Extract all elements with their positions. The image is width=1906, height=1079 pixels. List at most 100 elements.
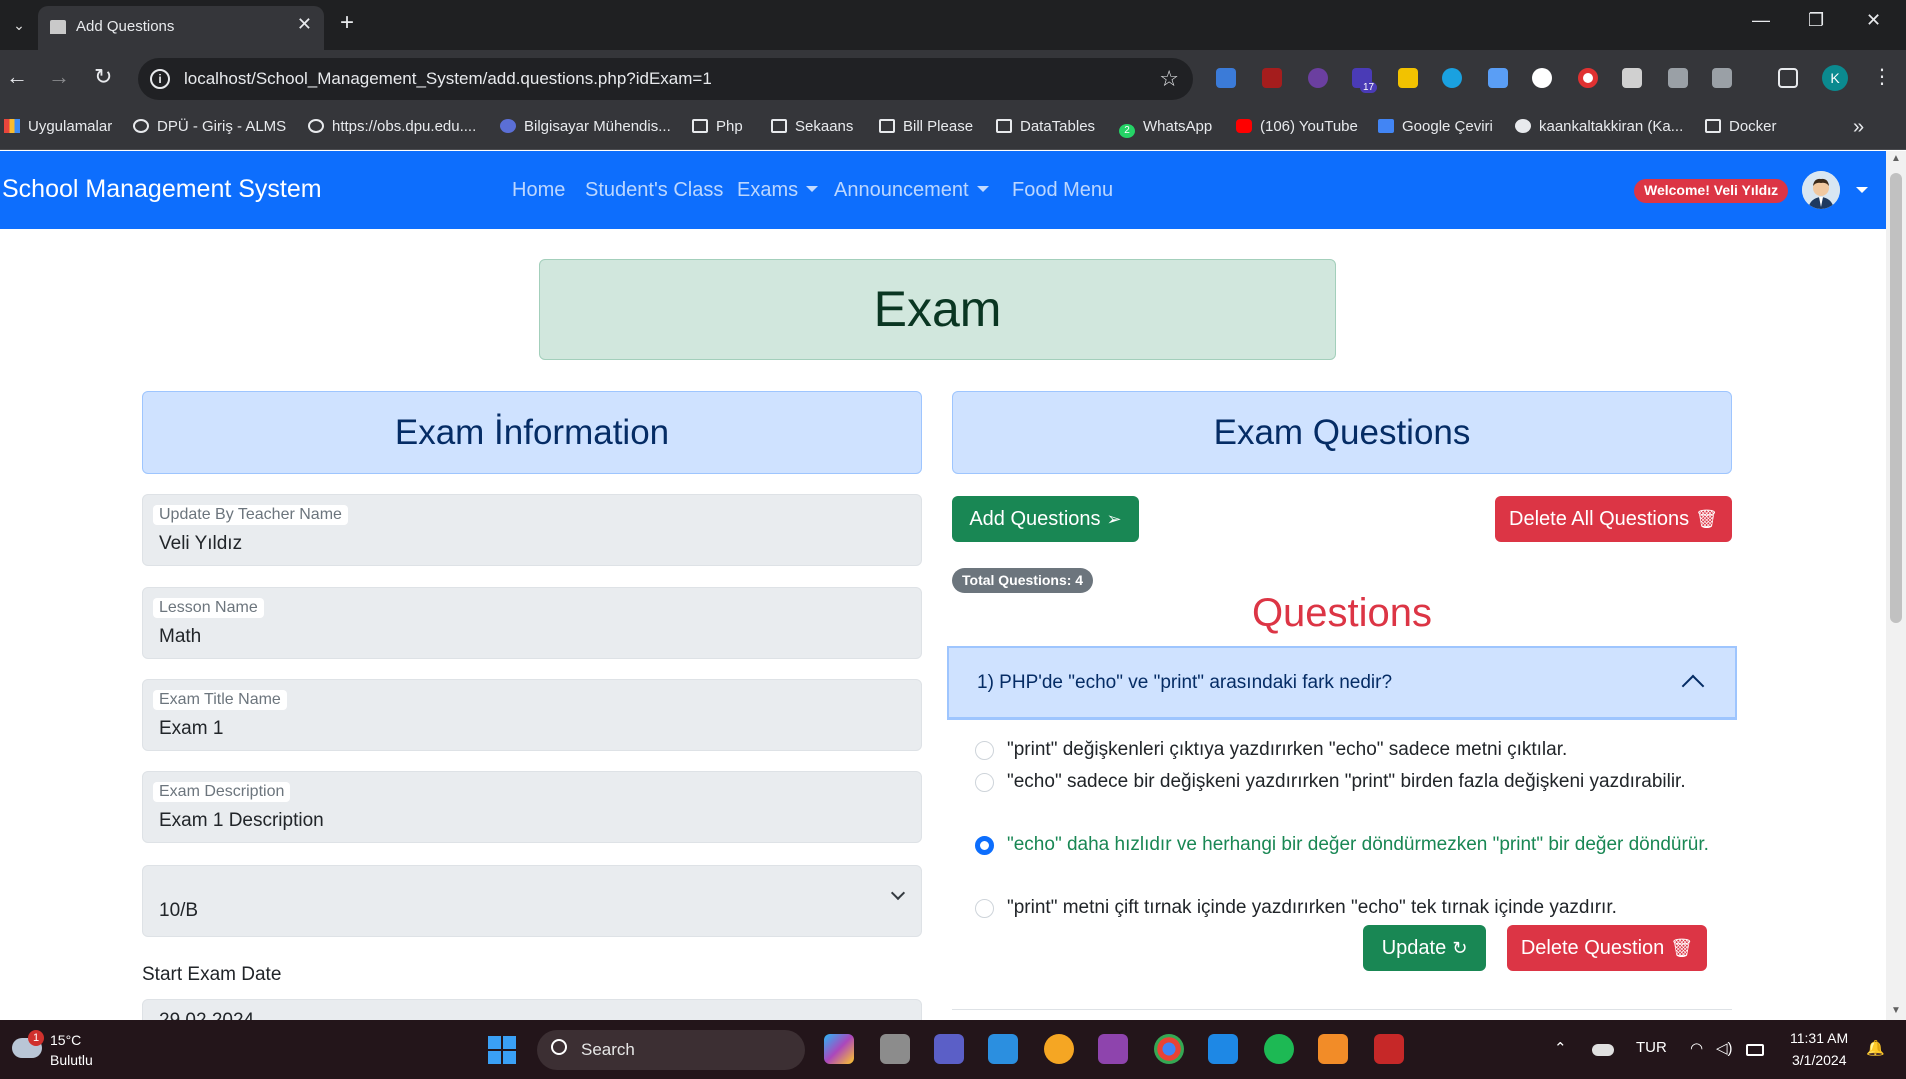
battery-icon[interactable] xyxy=(1746,1044,1764,1056)
site-brand[interactable]: School Management System xyxy=(2,175,322,204)
bookmark-item[interactable]: 2 WhatsApp xyxy=(1119,118,1212,138)
task-view-icon[interactable] xyxy=(880,1034,910,1064)
restore-icon[interactable]: ❐ xyxy=(1808,10,1824,31)
bookmark-item[interactable]: https://obs.dpu.edu.... xyxy=(308,118,476,135)
extension-edge-icon[interactable] xyxy=(1442,68,1462,88)
mail-icon[interactable] xyxy=(1208,1034,1238,1064)
scroll-up-icon[interactable]: ▲ xyxy=(1891,153,1901,164)
scroll-down-icon[interactable]: ▼ xyxy=(1891,1005,1901,1016)
temperature[interactable]: 15°C xyxy=(50,1032,81,1048)
scroll-thumb[interactable] xyxy=(1890,173,1902,623)
extension-w-icon[interactable] xyxy=(1398,68,1418,88)
bookmark-item[interactable]: kaankaltakkiran (Ka... xyxy=(1515,118,1683,135)
browser-menu-icon[interactable]: ⋮ xyxy=(1872,64,1892,89)
answer-option-selected[interactable]: "echo" daha hızlıdır ve herhangi bir değ… xyxy=(975,830,1715,860)
spotify-icon[interactable] xyxy=(1264,1034,1294,1064)
add-questions-button[interactable]: Add Questions ➢ xyxy=(952,496,1139,542)
bookmark-item[interactable]: DPÜ - Giriş - ALMS xyxy=(133,118,286,135)
extension-pen-icon[interactable] xyxy=(1216,68,1236,88)
answer-option[interactable]: "print" değişkenleri çıktıya yazdırırken… xyxy=(975,735,1715,765)
bookmark-item[interactable]: Bilgisayar Mühendis... xyxy=(500,118,671,135)
teacher-name-field[interactable]: Update By Teacher Name Veli Yıldız xyxy=(142,494,922,566)
tab-search-chevron-icon[interactable]: ⌄ xyxy=(6,12,32,38)
clock-date[interactable]: 3/1/2024 xyxy=(1792,1052,1847,1068)
vscode-icon[interactable] xyxy=(988,1034,1018,1064)
copilot-icon[interactable] xyxy=(824,1034,854,1064)
browser-tab-active[interactable]: Add Questions ✕ xyxy=(38,6,324,50)
radio-button-checked[interactable] xyxy=(975,836,994,855)
bookmarks-overflow-icon[interactable]: » xyxy=(1853,116,1864,139)
update-button[interactable]: Update ↻ xyxy=(1363,925,1486,971)
shield-icon[interactable] xyxy=(1668,68,1688,88)
bookmark-item[interactable]: Php xyxy=(692,118,743,135)
minimize-icon[interactable]: — xyxy=(1752,10,1770,31)
language-indicator[interactable]: TUR xyxy=(1636,1039,1667,1056)
taskbar-search[interactable]: Search xyxy=(537,1030,805,1070)
chrome-icon[interactable] xyxy=(1154,1034,1184,1064)
bookmark-label: DataTables xyxy=(1020,118,1096,135)
postman-icon[interactable] xyxy=(1044,1034,1074,1064)
color-picker-icon[interactable] xyxy=(1622,68,1642,88)
extension-bracket-icon[interactable] xyxy=(1308,68,1328,88)
start-date-input[interactable]: 29.02.2024 xyxy=(142,999,922,1020)
new-tab-plus-icon[interactable]: + xyxy=(340,9,354,37)
answer-option[interactable]: "print" metni çift tırnak içinde yazdırı… xyxy=(975,893,1715,923)
question-divider xyxy=(952,1009,1732,1010)
exam-description-field[interactable]: Exam Description Exam 1 Description xyxy=(142,771,922,843)
extension-doc-icon[interactable] xyxy=(1488,68,1508,88)
bookmark-item[interactable]: DataTables xyxy=(996,118,1095,135)
reload-icon[interactable]: ↻ xyxy=(94,64,112,90)
delete-question-button[interactable]: Delete Question 🗑 xyxy=(1507,925,1707,971)
page-scrollbar[interactable]: ▲ ▼ xyxy=(1886,151,1906,1020)
radio-button[interactable] xyxy=(975,741,994,760)
user-menu-caret-icon[interactable] xyxy=(1856,187,1868,193)
nav-students-class[interactable]: Student's Class xyxy=(585,179,723,202)
nav-food-menu[interactable]: Food Menu xyxy=(1012,179,1113,202)
filezilla-icon[interactable] xyxy=(1374,1034,1404,1064)
extensions-puzzle-icon[interactable] xyxy=(1712,68,1732,88)
bookmark-star-icon[interactable]: ☆ xyxy=(1159,66,1179,92)
answer-option[interactable]: "echo" sadece bir değişkeni yazdırırken … xyxy=(975,767,1715,797)
notification-bell-icon[interactable]: 🔔 xyxy=(1866,1039,1885,1057)
extension-record-icon[interactable] xyxy=(1578,68,1598,88)
delete-all-questions-button[interactable]: Delete All Questions 🗑 xyxy=(1495,496,1732,542)
side-panel-icon[interactable] xyxy=(1778,68,1798,88)
weather-condition[interactable]: Bulutlu xyxy=(50,1052,93,1068)
bookmark-item[interactable]: Uygulamalar xyxy=(4,118,112,135)
radio-button[interactable] xyxy=(975,773,994,792)
url-text[interactable]: localhost/School_Management_System/add.q… xyxy=(184,69,712,89)
tray-chevron-up-icon[interactable]: ⌃ xyxy=(1554,1039,1567,1057)
radio-button[interactable] xyxy=(975,899,994,918)
profile-avatar[interactable]: K xyxy=(1822,65,1848,91)
volume-icon[interactable]: ◁) xyxy=(1716,1039,1733,1057)
bookmark-item[interactable]: Sekaans xyxy=(771,118,853,135)
nav-announcement-dropdown[interactable]: Announcement xyxy=(834,179,989,202)
tab-close-icon[interactable]: ✕ xyxy=(297,14,312,35)
bookmark-item[interactable]: (106) YouTube xyxy=(1236,118,1358,135)
teams-icon[interactable] xyxy=(934,1034,964,1064)
site-info-icon[interactable]: i xyxy=(150,69,170,89)
nav-exams-dropdown[interactable]: Exams xyxy=(737,179,819,202)
address-bar[interactable]: i localhost/School_Management_System/add… xyxy=(138,58,1193,100)
bookmark-item[interactable]: Docker xyxy=(1705,118,1777,135)
windows-start-icon[interactable] xyxy=(488,1036,516,1064)
ublock-icon[interactable] xyxy=(1262,68,1282,88)
user-avatar[interactable] xyxy=(1802,171,1840,209)
window-close-icon[interactable]: ✕ xyxy=(1866,10,1881,31)
bookmark-item[interactable]: Bill Please xyxy=(879,118,973,135)
clock-time[interactable]: 11:31 AM xyxy=(1790,1030,1848,1046)
extension-circle-icon[interactable] xyxy=(1532,68,1552,88)
visual-studio-icon[interactable] xyxy=(1098,1034,1128,1064)
wifi-icon[interactable]: ◠ xyxy=(1690,1039,1703,1057)
forward-arrow-icon[interactable]: → xyxy=(48,64,70,90)
xampp-icon[interactable] xyxy=(1318,1034,1348,1064)
nav-home[interactable]: Home xyxy=(512,179,565,202)
class-select[interactable]: 10/B xyxy=(142,865,922,937)
exam-title-field[interactable]: Exam Title Name Exam 1 xyxy=(142,679,922,751)
bookmark-item[interactable]: Google Çeviri xyxy=(1378,118,1493,135)
lesson-name-field[interactable]: Lesson Name Math xyxy=(142,587,922,659)
question-accordion-header[interactable]: 1) PHP'de "echo" ve "print" arasındaki f… xyxy=(947,646,1737,720)
onedrive-cloud-icon[interactable] xyxy=(1592,1044,1614,1056)
total-questions-badge: Total Questions: 4 xyxy=(952,568,1094,593)
back-arrow-icon[interactable]: ← xyxy=(6,64,28,90)
